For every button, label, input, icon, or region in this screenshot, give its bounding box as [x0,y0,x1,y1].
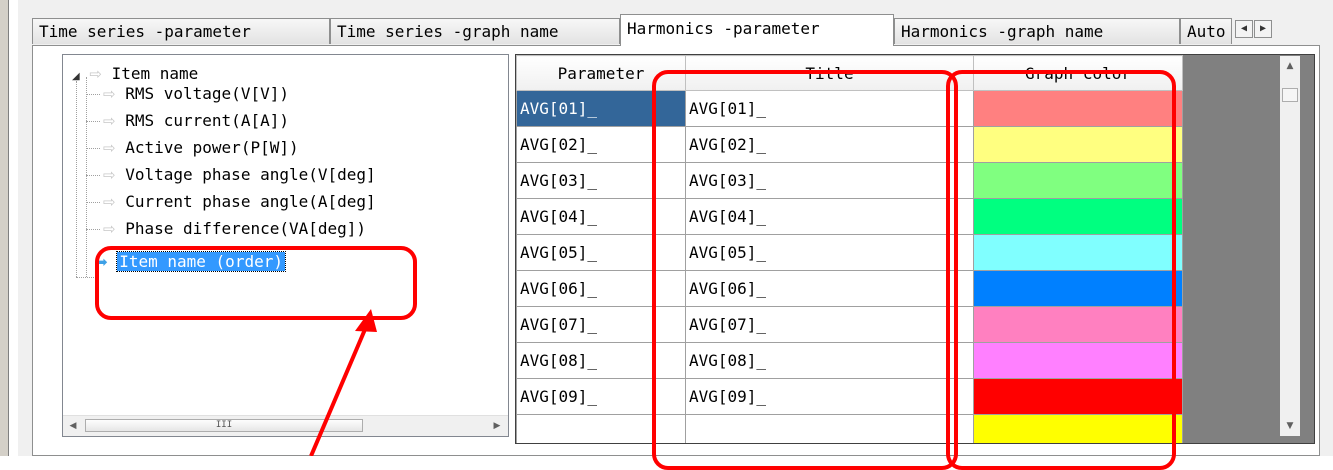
window-edge [0,0,9,456]
tab-harmonics-parameter[interactable]: Harmonics -parameter [620,14,894,46]
settings-window: Time series -parameter Time series -grap… [18,0,1333,470]
annotation-arrow [309,309,377,456]
